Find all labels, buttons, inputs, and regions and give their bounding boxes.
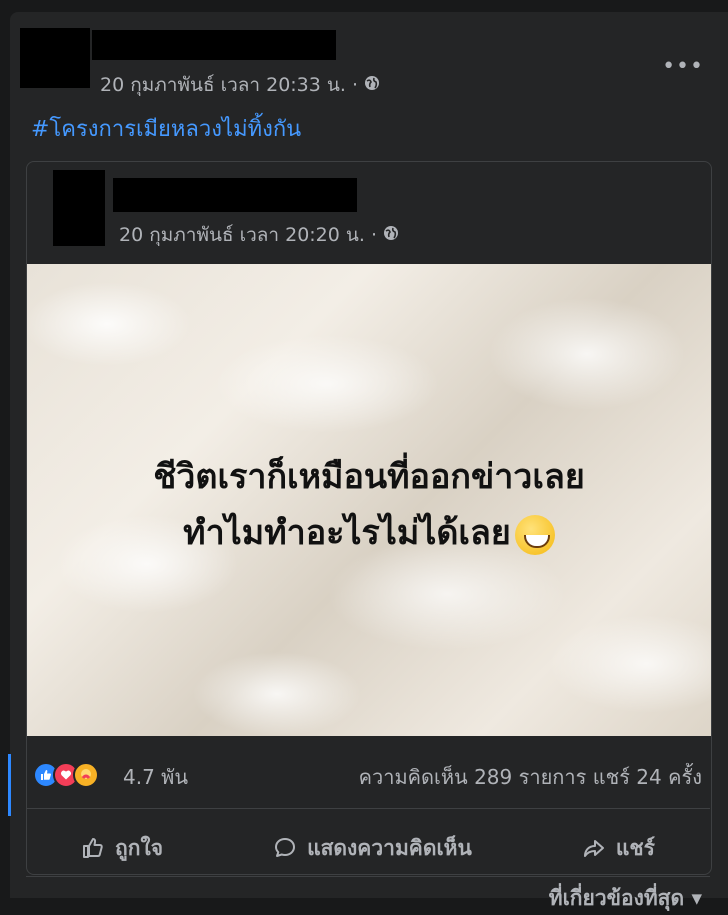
caption-line-1: ชีวิตเราก็เหมือนที่ออกข่าวเลย <box>153 457 585 497</box>
post-timestamp[interactable]: 20 กุมภาพันธ์ เวลา 20:33 น. · <box>100 70 358 100</box>
caption-line-2-wrap: ทำไมทำอะไรไม่ได้เลย <box>27 505 711 561</box>
divider <box>26 876 710 877</box>
hashtag-link[interactable]: #โครงการเมียหลวงไม่ทิ้งกัน <box>31 111 301 146</box>
image-caption: ชีวิตเราก็เหมือนที่ออกข่าวเลย ทำไมทำอะไร… <box>27 449 711 561</box>
emoji-icon <box>514 514 555 555</box>
like-icon <box>83 838 103 858</box>
shared-post-meta: 20 กุมภาพันธ์ เวลา 20:20 น. · <box>119 220 399 250</box>
share-button[interactable]: แชร์ <box>582 832 655 865</box>
reaction-icons[interactable] <box>33 762 99 788</box>
caption-line-2: ทำไมทำอะไรไม่ได้เลย <box>183 513 511 553</box>
post-card: 20 กุมภาพันธ์ เวลา 20:33 น. · ••• #โครงก… <box>8 12 728 910</box>
action-bar: ถูกใจ แสดงความคิดเห็น แชร์ <box>26 820 710 876</box>
comments-shares-count[interactable]: ความคิดเห็น 289 รายการ แชร์ 24 ครั้ง <box>359 761 702 793</box>
like-label: ถูกใจ <box>115 835 164 860</box>
post-image[interactable]: ชีวิตเราก็เหมือนที่ออกข่าวเลย ทำไมทำอะไร… <box>27 264 711 736</box>
comment-sort-dropdown[interactable]: ที่เกี่ยวข้องที่สุด ▾ <box>549 882 702 915</box>
author-avatar-redacted[interactable] <box>20 28 90 88</box>
accent-bar <box>8 754 11 816</box>
comment-label: แสดงความคิดเห็น <box>307 835 472 860</box>
globe-icon <box>383 224 399 246</box>
comment-button[interactable]: แสดงความคิดเห็น <box>273 832 472 865</box>
share-label: แชร์ <box>615 835 655 860</box>
divider <box>26 808 710 809</box>
share-icon <box>583 840 604 857</box>
care-reaction-icon <box>73 762 99 788</box>
comment-icon <box>275 838 296 857</box>
author-name-redacted[interactable] <box>92 30 336 60</box>
more-options-button[interactable]: ••• <box>662 54 704 79</box>
post-meta: 20 กุมภาพันธ์ เวลา 20:33 น. · <box>100 70 380 100</box>
like-button[interactable]: ถูกใจ <box>81 832 163 865</box>
shared-author-avatar-redacted[interactable] <box>53 170 105 246</box>
globe-icon <box>364 74 380 96</box>
shared-author-name-redacted[interactable] <box>113 178 357 212</box>
shared-post-timestamp[interactable]: 20 กุมภาพันธ์ เวลา 20:20 น. · <box>119 220 377 250</box>
reaction-count[interactable]: 4.7 พัน <box>123 761 188 793</box>
